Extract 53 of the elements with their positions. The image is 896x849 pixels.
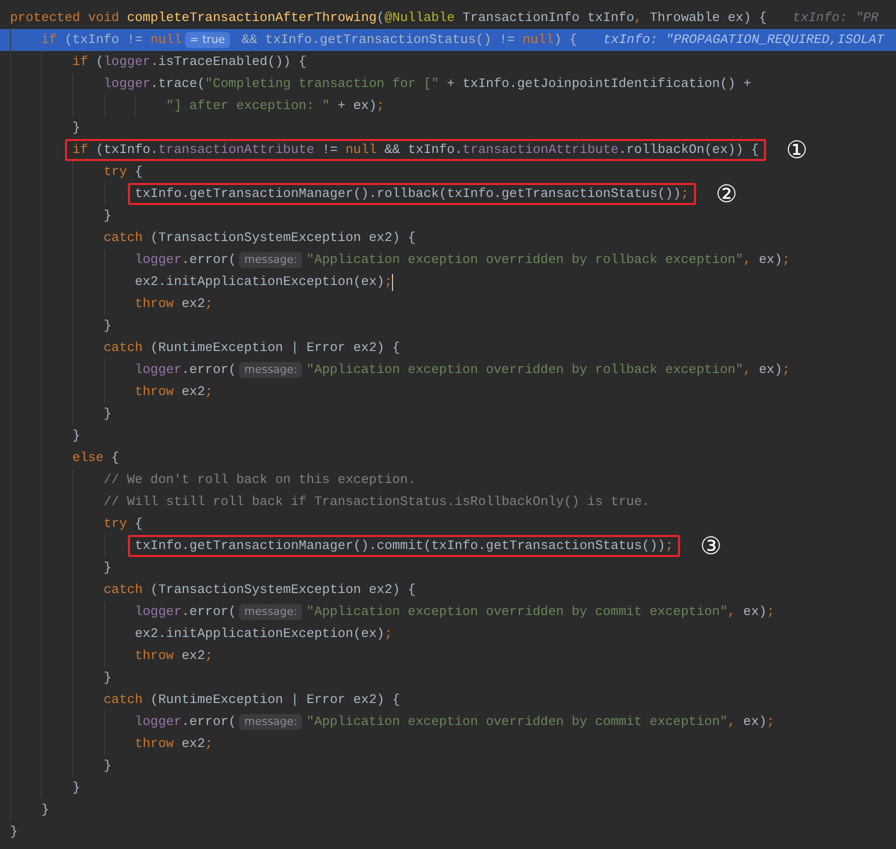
annotation-number: ③ xyxy=(700,535,722,557)
code-text: "Application exception overridden by commit exception", ex); xyxy=(306,603,775,621)
code-text: } xyxy=(72,119,80,137)
code-text: } xyxy=(72,779,80,797)
code-text: } xyxy=(104,405,112,423)
annotation-number: ① xyxy=(786,139,808,161)
code-text: "] after exception: " + ex); xyxy=(166,97,384,115)
code-text: throw ex2; xyxy=(134,647,213,665)
code-text: } xyxy=(104,317,112,335)
code-text: ex2.initApplicationException(ex); xyxy=(134,273,392,291)
annotation-number: ② xyxy=(716,183,738,205)
code-text: ex2.initApplicationException(ex); xyxy=(134,625,392,643)
code-text: && txInfo.getTransactionStatus() != null) { xyxy=(240,31,578,49)
inlay-hint: message: xyxy=(239,252,302,268)
inlay-hint: message: xyxy=(239,714,302,730)
code-text: try { xyxy=(104,163,143,181)
inline-debug-value: txInfo: "PROPAGATION_REQUIRED,ISOLAT xyxy=(603,31,884,49)
code-text: try { xyxy=(104,515,143,533)
code-text: throw ex2; xyxy=(134,295,213,313)
code-text: txInfo.getTransactionManager().commit(txInfo.getTransactionStatus()); xyxy=(134,537,674,555)
inlay-hint: message: xyxy=(239,362,302,378)
code-text: if (txInfo != null xyxy=(41,31,182,49)
inlay-hint: = true xyxy=(184,32,230,48)
code-text: logger.error( xyxy=(134,361,236,379)
inlay-hint: message: xyxy=(239,604,302,620)
code-text: // We don't roll back on this exception. xyxy=(104,471,416,489)
code-text: } xyxy=(104,669,112,687)
code-text: "Application exception overridden by rollback exception", ex); xyxy=(306,361,790,379)
code-text: txInfo.getTransactionManager().rollback(txInfo.getTransactionStatus()); xyxy=(134,185,689,203)
code-text: catch (TransactionSystemException ex2) { xyxy=(104,581,416,599)
code-text: protected void completeTransactionAfterThrowing(@Nullable TransactionInfo txInfo, Throwable ex) { xyxy=(10,9,767,27)
inline-debug-value: txInfo: "PR xyxy=(792,9,879,27)
code-text: catch (TransactionSystemException ex2) { xyxy=(104,229,416,247)
code-text: } xyxy=(104,207,112,225)
code-text: catch (RuntimeException | Error ex2) { xyxy=(104,691,400,709)
code-text: "Application exception overridden by commit exception", ex); xyxy=(306,713,775,731)
code-text: } xyxy=(10,823,18,841)
code-text: } xyxy=(104,757,112,775)
code-text: logger.error( xyxy=(134,251,236,269)
code-text: } xyxy=(41,801,50,819)
code-text: if (logger.isTraceEnabled()) { xyxy=(72,53,306,71)
code-text: "Application exception overridden by rollback exception", ex); xyxy=(306,251,790,269)
code-text: if (txInfo.transactionAttribute != null && txInfo.transactionAttribute.rollbackOn(ex)) { xyxy=(72,141,759,159)
code-text: logger.error( xyxy=(134,713,236,731)
code-text: // Will still roll back if TransactionStatus.isRollbackOnly() is true. xyxy=(104,493,650,511)
code-text: } xyxy=(104,559,112,577)
code-text: } xyxy=(72,427,80,445)
code-text: logger.trace("Completing transaction for [" + txInfo.getJoinpointIdentification() + xyxy=(104,75,752,93)
code-text: throw ex2; xyxy=(134,383,213,401)
code-text: logger.error( xyxy=(134,603,236,621)
code-text: else { xyxy=(72,449,120,467)
code-text: catch (RuntimeException | Error ex2) { xyxy=(104,339,400,357)
code-text: throw ex2; xyxy=(134,735,213,753)
